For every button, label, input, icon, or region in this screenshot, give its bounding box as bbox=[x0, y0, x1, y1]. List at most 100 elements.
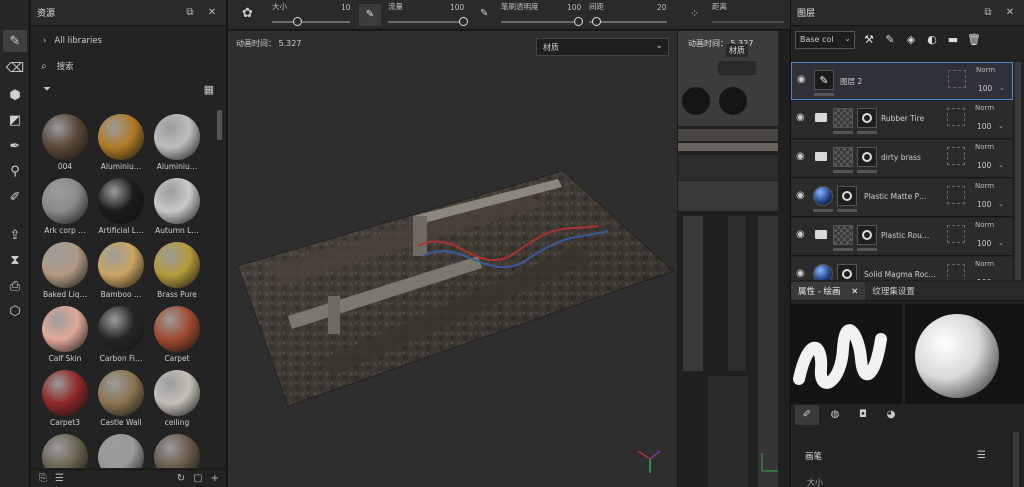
blend-mode-dropdown[interactable]: Norm bbox=[975, 260, 994, 268]
uv-texture-map[interactable] bbox=[678, 31, 789, 487]
visibility-eye-icon[interactable]: ◉ bbox=[796, 190, 805, 201]
viewport-display-dropdown[interactable]: 材质 ⌄ bbox=[536, 38, 669, 56]
material-item[interactable]: 004 bbox=[37, 110, 93, 174]
brush-tab-icon[interactable]: ✐ bbox=[795, 405, 819, 425]
close-icon[interactable]: ✕ bbox=[1002, 7, 1018, 18]
layer-opacity[interactable]: 100 bbox=[978, 84, 992, 93]
blend-mode-dropdown[interactable]: Norm bbox=[976, 66, 995, 74]
scene-render[interactable] bbox=[228, 31, 677, 487]
3d-viewport[interactable]: 动画时间： 5.327 材质 ⌄ bbox=[228, 31, 677, 487]
polygon-fill-tool[interactable]: ◩ bbox=[3, 109, 27, 131]
flow-slider-knob[interactable] bbox=[459, 17, 468, 26]
projection-tool[interactable]: ⬢ bbox=[3, 84, 27, 106]
paint-tool[interactable]: ✎ bbox=[3, 30, 27, 52]
export-doc-tool[interactable]: ⎙ bbox=[3, 275, 27, 297]
delete-layer-icon[interactable]: 🗑 bbox=[967, 33, 981, 47]
assets-search[interactable]: ⌕ 搜索 bbox=[31, 56, 226, 76]
material-item[interactable]: Baked Liq… bbox=[37, 238, 93, 302]
blend-mode-dropdown[interactable]: Norm bbox=[975, 104, 994, 112]
layer-row[interactable]: ◉ Plastic Rou… Norm 100 ⌄ bbox=[791, 218, 1013, 256]
alpha-tab-icon[interactable]: ◍ bbox=[823, 405, 847, 425]
layer-row[interactable]: ◉ Solid Magma Roc… Norm 100 ⌄ bbox=[791, 257, 1013, 280]
hourglass-tool[interactable]: ⧗ bbox=[3, 249, 27, 271]
tab-properties-paint[interactable]: 属性 - 绘画 ✕ bbox=[791, 282, 866, 300]
uv-viewport[interactable]: 动画时间： 5.327 材质 bbox=[678, 31, 789, 487]
layer-row[interactable]: ◉ Plastic Matte P… Norm 100 ⌄ bbox=[791, 179, 1013, 217]
clone-tool[interactable]: ⚲ bbox=[3, 160, 27, 182]
add-paint-layer-icon[interactable]: ✎ bbox=[883, 33, 897, 47]
add-mask-icon[interactable]: ◐ bbox=[925, 33, 939, 47]
add-folder-icon[interactable]: ▬ bbox=[946, 33, 960, 47]
libraries-selector[interactable]: › All libraries bbox=[31, 26, 226, 56]
assets-scrollbar[interactable] bbox=[217, 110, 222, 140]
new-page-icon[interactable]: ▢ bbox=[193, 473, 202, 484]
size-slider[interactable] bbox=[272, 21, 350, 23]
lazy-mouse-icon[interactable]: ⁘ bbox=[690, 7, 699, 20]
channel-dropdown[interactable]: Base col ⌄ bbox=[795, 31, 855, 49]
layer-row[interactable]: ◉ ✎ 图层 2 Norm 100 ⌄ bbox=[791, 62, 1013, 100]
refresh-icon[interactable]: ↻ bbox=[177, 473, 185, 484]
material-item[interactable]: Aluminiu… bbox=[93, 110, 149, 174]
material-item[interactable] bbox=[37, 430, 93, 468]
material-item[interactable]: Ark corp … bbox=[37, 174, 93, 238]
package-tool[interactable]: ⬡ bbox=[3, 300, 27, 322]
float-icon[interactable]: ⧉ bbox=[980, 7, 996, 18]
layer-row[interactable]: ◉ Rubber Tire Norm 100 ⌄ bbox=[791, 101, 1013, 139]
properties-scrollbar[interactable] bbox=[1013, 432, 1019, 487]
material-item[interactable]: Carpet3 bbox=[37, 366, 93, 430]
layer-opacity[interactable]: 100 bbox=[977, 200, 991, 209]
material-item[interactable]: Brass Pure bbox=[149, 238, 205, 302]
grid-view-icon[interactable]: ▦ bbox=[204, 83, 214, 96]
bake-tool[interactable]: ⇪ bbox=[3, 224, 27, 246]
close-icon[interactable]: ✕ bbox=[851, 287, 858, 297]
stencil-icon[interactable]: ✿ bbox=[242, 6, 253, 21]
list-icon[interactable]: ☰ bbox=[55, 473, 64, 484]
smudge-tool[interactable]: ✒ bbox=[3, 135, 27, 157]
distance-slider[interactable] bbox=[712, 21, 784, 23]
add-fill-layer-icon[interactable]: ◈ bbox=[904, 33, 918, 47]
tab-texture-set-settings[interactable]: 纹理集设置 bbox=[865, 282, 922, 300]
pressure-flow-icon[interactable]: ✎ bbox=[480, 8, 488, 19]
add-effect-icon[interactable]: ⚒ bbox=[862, 33, 876, 47]
blend-mode-dropdown[interactable]: Norm bbox=[975, 182, 994, 190]
material-tab-icon[interactable]: ◕ bbox=[879, 405, 903, 425]
size-slider-knob[interactable] bbox=[293, 17, 302, 26]
visibility-eye-icon[interactable]: ◉ bbox=[796, 112, 805, 123]
import-icon[interactable]: ⎘ bbox=[39, 473, 47, 484]
eraser-tool[interactable]: ⌫ bbox=[3, 57, 27, 79]
blend-mode-dropdown[interactable]: Norm bbox=[975, 143, 994, 151]
section-menu-icon[interactable]: ☰ bbox=[977, 450, 986, 461]
material-item[interactable]: Autumn L… bbox=[149, 174, 205, 238]
layer-opacity[interactable]: 100 bbox=[977, 161, 991, 170]
visibility-eye-icon[interactable]: ◉ bbox=[796, 229, 805, 240]
layer-row[interactable]: ◉ dirty brass Norm 100 ⌄ bbox=[791, 140, 1013, 178]
material-item[interactable]: Bamboo … bbox=[93, 238, 149, 302]
material-item[interactable]: Carbon Fi… bbox=[93, 302, 149, 366]
visibility-eye-icon[interactable]: ◉ bbox=[796, 268, 805, 279]
brush-opacity-slider-knob[interactable] bbox=[574, 17, 583, 26]
blend-mode-dropdown[interactable]: Norm bbox=[975, 221, 994, 229]
material-item[interactable]: Castle Wall bbox=[93, 366, 149, 430]
layer-opacity[interactable]: 100 bbox=[977, 239, 991, 248]
material-item[interactable] bbox=[149, 430, 205, 468]
color-picker-tool[interactable]: ✐ bbox=[3, 186, 27, 208]
material-item[interactable]: Calf Skin bbox=[37, 302, 93, 366]
brush-opacity-slider[interactable] bbox=[501, 21, 581, 23]
close-icon[interactable]: ✕ bbox=[204, 7, 220, 18]
material-item[interactable]: ceiling bbox=[149, 366, 205, 430]
add-icon[interactable]: + bbox=[211, 473, 219, 484]
stencil-tab-icon[interactable]: ◘ bbox=[851, 405, 875, 425]
material-item[interactable] bbox=[93, 430, 149, 468]
material-item[interactable]: Artificial L… bbox=[93, 174, 149, 238]
visibility-eye-icon[interactable]: ◉ bbox=[796, 151, 805, 162]
visibility-eye-icon[interactable]: ◉ bbox=[797, 74, 806, 85]
layers-scrollbar[interactable] bbox=[1015, 62, 1021, 280]
layer-opacity[interactable]: 100 bbox=[977, 122, 991, 131]
float-icon[interactable]: ⧉ bbox=[182, 7, 198, 18]
pressure-size-toggle[interactable]: ✎ bbox=[359, 4, 381, 26]
layer-opacity[interactable]: 100 bbox=[977, 278, 991, 280]
spacing-slider-knob[interactable] bbox=[592, 17, 601, 26]
material-item[interactable]: Carpet bbox=[149, 302, 205, 366]
filter-icon[interactable]: ⏷ bbox=[43, 84, 51, 95]
flow-slider[interactable] bbox=[388, 21, 466, 23]
